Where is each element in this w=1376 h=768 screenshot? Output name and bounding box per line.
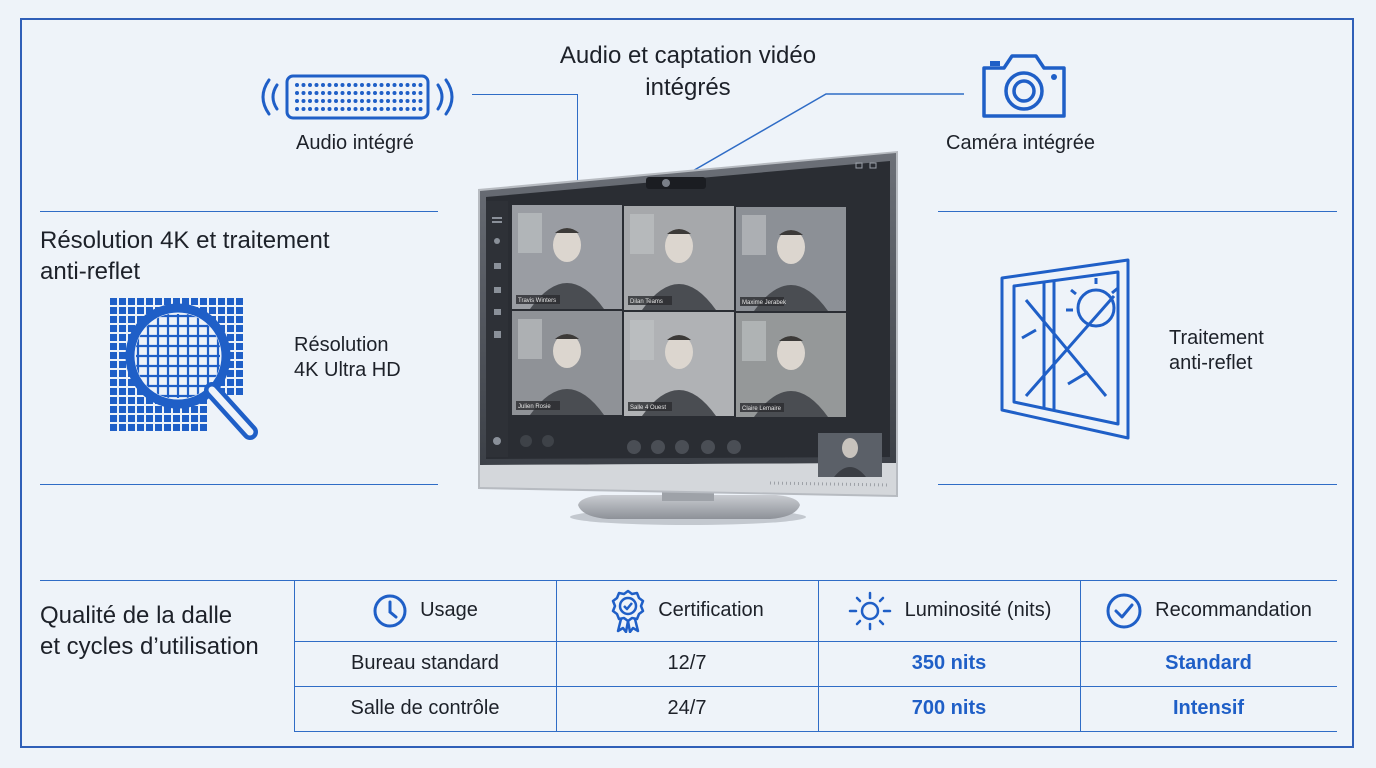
video-tile: Maxime Jerabek bbox=[736, 207, 846, 311]
header-label: Recommandation bbox=[1155, 599, 1312, 621]
left-title-line2: anti-reflet bbox=[40, 258, 141, 285]
table-header-recommendation: Recommandation bbox=[1080, 580, 1337, 641]
table-row: Bureau standard 12/7 350 nits Standard bbox=[294, 641, 1337, 686]
video-tile-name: Maxime Jerabek bbox=[742, 300, 787, 306]
audio-connector bbox=[472, 94, 578, 95]
speaker-icon: // dots drawn below by script bbox=[261, 74, 454, 120]
sun-icon bbox=[848, 591, 891, 630]
video-tile-name: Salle 4 Ouest bbox=[630, 405, 666, 411]
right-divider-top bbox=[938, 211, 1337, 212]
cell-luminosity: 700 nits bbox=[911, 697, 987, 719]
resolution-line1: Résolution bbox=[294, 334, 389, 356]
left-section-title: Résolution 4K et traitement anti-reflet bbox=[40, 225, 330, 287]
cell-certification: 12/7 bbox=[667, 652, 707, 674]
header-label: Luminosité (nits) bbox=[904, 599, 1052, 621]
header-label: Certification bbox=[658, 599, 764, 621]
right-divider-bottom bbox=[938, 484, 1337, 485]
resolution-line2: 4K Ultra HD bbox=[294, 359, 401, 381]
anti-glare-line2: anti-reflet bbox=[1169, 352, 1253, 374]
video-tile-name: Claire Lemaire bbox=[742, 406, 782, 412]
cell-luminosity: 350 nits bbox=[911, 652, 987, 674]
video-tile-name: Travis Winters bbox=[518, 298, 556, 304]
bottom-title-line2: et cycles d’utilisation bbox=[40, 633, 259, 660]
table-header-luminosity: Luminosité (nits) bbox=[818, 580, 1080, 641]
resolution-label: Résolution 4K Ultra HD bbox=[294, 333, 401, 383]
anti-glare-window-icon bbox=[1000, 258, 1130, 440]
left-divider-top bbox=[40, 211, 438, 212]
magnifier-grid-icon bbox=[110, 298, 258, 440]
bottom-title-line1: Qualité de la dalle bbox=[40, 602, 233, 629]
cell-certification: 24/7 bbox=[667, 697, 707, 719]
audio-label: Audio intégré bbox=[296, 132, 414, 154]
table-header-row: Usage Certification Luminosité (nits) Re… bbox=[294, 580, 1337, 641]
webcam-lens bbox=[662, 179, 670, 187]
clock-icon bbox=[373, 594, 407, 627]
anti-glare-line1: Traitement bbox=[1169, 327, 1264, 349]
check-circle-icon bbox=[1106, 593, 1142, 628]
header-label: Usage bbox=[420, 599, 478, 621]
table-header-certification: Certification bbox=[556, 580, 818, 641]
cell-recommendation: Intensif bbox=[1172, 697, 1245, 719]
video-tile: Claire Lemaire bbox=[736, 313, 846, 417]
video-tile: Julien Rosie bbox=[512, 311, 622, 415]
cell-usage: Bureau standard bbox=[351, 652, 499, 674]
camera-icon bbox=[982, 54, 1066, 118]
monitor-camera-notch bbox=[646, 177, 706, 189]
anti-glare-label: Traitement anti-reflet bbox=[1169, 326, 1264, 376]
award-badge-icon bbox=[611, 589, 645, 633]
left-divider-bottom bbox=[40, 484, 438, 485]
video-tile: Dilan Teams bbox=[624, 206, 734, 310]
video-tile-name: Julien Rosie bbox=[518, 404, 551, 410]
video-tile: Travis Winters bbox=[512, 205, 622, 309]
bottom-section-title: Qualité de la dalle et cycles d’utilisat… bbox=[40, 600, 259, 662]
cell-usage: Salle de contrôle bbox=[350, 697, 500, 719]
video-tile: Salle 4 Ouest bbox=[624, 312, 734, 416]
left-title-line1: Résolution 4K et traitement bbox=[40, 227, 330, 254]
center-title-line1: Audio et captation vidéo bbox=[559, 42, 817, 69]
video-tile-name: Dilan Teams bbox=[630, 299, 663, 305]
cell-recommendation: Standard bbox=[1165, 652, 1252, 674]
monitor: Travis Winters Dilan Teams Maxime Jerabek J… bbox=[478, 151, 898, 525]
table-header-usage: Usage bbox=[294, 580, 556, 641]
table-row: Salle de contrôle 24/7 700 nits Intensif bbox=[294, 686, 1337, 731]
table-border-bottom bbox=[294, 731, 1337, 732]
